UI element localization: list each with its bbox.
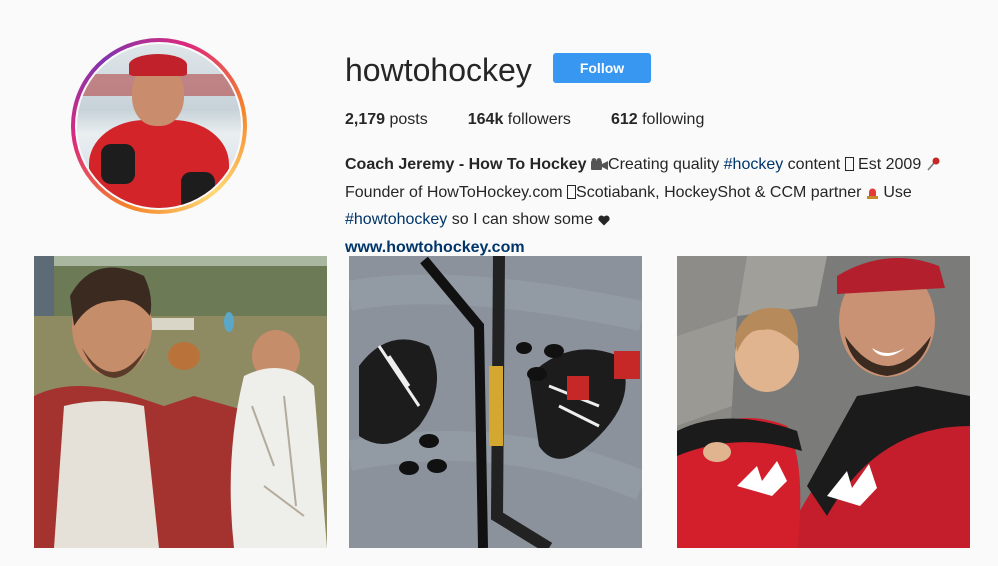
bio-text-6: Use — [878, 183, 912, 201]
posts-label: posts — [389, 111, 428, 128]
profile-stats: 2,179 posts 164k followers 612 following — [345, 111, 744, 129]
bio-text-4: Founder of HowToHockey.com — [345, 183, 568, 201]
siren-icon — [866, 182, 879, 208]
following-stat[interactable]: 612 following — [611, 111, 704, 129]
website-link[interactable]: www.howtohockey.com — [345, 239, 525, 256]
posts-count: 2,179 — [345, 111, 386, 128]
followers-count: 164k — [467, 111, 504, 128]
video-camera-icon — [591, 154, 609, 180]
profile-avatar-ring[interactable] — [71, 38, 247, 214]
post-1-image — [34, 256, 327, 548]
heart-icon — [597, 209, 610, 235]
pushpin-icon — [926, 154, 940, 180]
hashtag-howtohockey-link[interactable]: #howtohockey — [345, 211, 447, 228]
post-thumbnail-1[interactable] — [34, 256, 327, 548]
missing-glyph-icon — [567, 182, 577, 208]
bio-text-3: Est 2009 — [853, 156, 926, 173]
post-2-image — [349, 256, 642, 548]
followers-label: followers — [507, 111, 571, 128]
post-thumbnail-3[interactable] — [677, 256, 970, 548]
bio-text-7: so I can show some — [447, 211, 598, 228]
hashtag-hockey-link[interactable]: #hockey — [724, 156, 784, 173]
following-label: following — [642, 111, 705, 128]
profile-avatar[interactable] — [77, 44, 241, 208]
followers-stat[interactable]: 164k followers — [468, 111, 571, 129]
posts-stat: 2,179 posts — [345, 111, 428, 129]
bio-text-2: content — [783, 156, 845, 173]
follow-button[interactable]: Follow — [553, 53, 651, 83]
bio-text-5: Scotiabank, HockeyShot & CCM partner — [576, 183, 866, 201]
profile-full-name: Coach Jeremy - How To Hockey — [345, 156, 587, 173]
profile-bio: Coach Jeremy - How To Hockey Creating qu… — [345, 152, 985, 260]
post-3-image — [677, 256, 970, 548]
missing-glyph-icon — [844, 154, 854, 180]
profile-username: howtohockey — [345, 52, 532, 88]
following-count: 612 — [610, 111, 638, 128]
bio-text-1: Creating quality — [608, 156, 724, 173]
post-thumbnail-2[interactable] — [349, 256, 642, 548]
